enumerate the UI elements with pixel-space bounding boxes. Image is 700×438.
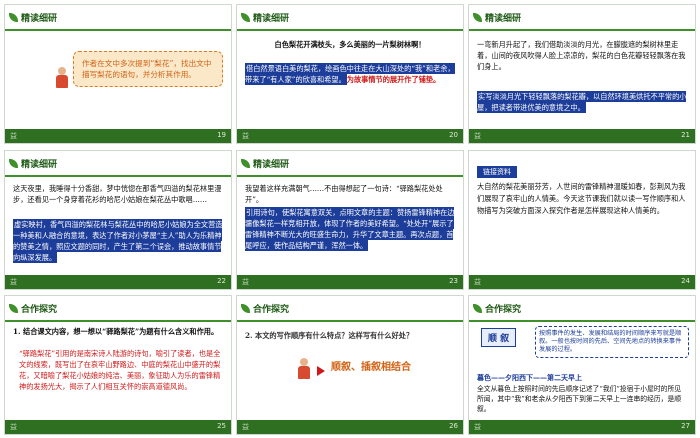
- slide-heading: 合作探究: [253, 305, 290, 315]
- analysis-highlight: 虚实映衬，香气四溢的梨花林与梨花丛中的哈尼小姑娘为全文营造一种美和人融合的意境，…: [13, 219, 223, 263]
- slide-header: 合作探究: [469, 296, 695, 322]
- teacher-icon: [297, 358, 311, 380]
- quote-line: 白色梨花开满枝头，多么美丽的一片梨树林啊！: [274, 40, 426, 49]
- answer: 顺叙、插叙相结合: [331, 362, 411, 373]
- slide-23[interactable]: 精读细研 我望着这样充满朝气……不由得想起了一句诗：“驿路梨花处处开”。 引用诗…: [236, 150, 464, 290]
- page-number: 25: [217, 422, 226, 430]
- page-number: 22: [217, 277, 226, 285]
- analysis-highlight: 引用诗句，使梨花寓意双关，点明文章的主题：赞扬雷锋精神在边疆像梨花一样竞相开放，…: [245, 207, 455, 251]
- slide-24[interactable]: 链接资料 大自然的梨花美丽芬芳，人世间的雷锋精神温暖如春，彭荆风为我们展现了哀牢…: [468, 150, 696, 290]
- slide-footer: 益 25: [5, 420, 231, 434]
- slide-22[interactable]: 精读细研 这天夜里，我睡得十分香甜，梦中恍惚在那香气四溢的梨花林里漫步，还看见一…: [4, 150, 232, 290]
- analysis: 虚实映衬，香气四溢的梨花林与梨花丛中的哈尼小姑娘为全文营造一种美和人融合的意境，…: [13, 219, 223, 263]
- teacher-icon: [55, 67, 69, 89]
- slide-header: 精读细研: [5, 151, 231, 177]
- slide-heading: 精读细研: [485, 14, 522, 24]
- slide-header: 精读细研: [237, 151, 463, 177]
- footer-mark: 益: [10, 278, 17, 286]
- analysis: 引用诗句，使梨花寓意双关，点明文章的主题：赞扬雷锋精神在边疆像梨花一样竞相开放，…: [245, 207, 455, 251]
- slide-25[interactable]: 合作探究 1. 结合课文内容，想一想以“驿路梨花”为题有什么含义和作用。 “驿路…: [4, 295, 232, 435]
- analysis: 借白然景语白美的梨花，绘画色中往走在大山深处的“我”和老余，带来了“有人家”的欣…: [245, 63, 455, 85]
- slide-grid: 精读细研 作者在文中多次提到“梨花”，找出文中描写梨花的语句，并分析其作用。 益…: [0, 0, 700, 438]
- page-number: 20: [449, 131, 458, 139]
- slide-header: 精读细研: [5, 5, 231, 31]
- slide-27[interactable]: 合作探究 顺 叙 按照事件的发生、发展和结局的时间顺序来写就是顺叙。一般也按时间…: [468, 295, 696, 435]
- footer-mark: 益: [242, 423, 249, 431]
- answer: “驿路梨花”引用的是南宋诗人陆游的诗句，喻引了读者，也是全文的线索，既写出了在哀…: [19, 349, 221, 391]
- question: 1. 结合课文内容，想一想以“驿路梨花”为题有什么含义和作用。: [13, 327, 219, 336]
- leaf-icon: [473, 304, 482, 313]
- passage: 这天夜里，我睡得十分香甜，梦中恍惚在那香气四溢的梨花林里漫步，还看见一个身穿着花…: [13, 184, 222, 204]
- slide-header: 合作探究: [237, 296, 463, 322]
- slide-heading: 精读细研: [253, 14, 290, 24]
- footer-mark: 益: [10, 132, 17, 140]
- page-number: 24: [681, 277, 690, 285]
- footer-mark: 益: [10, 423, 17, 431]
- slide-heading: 合作探究: [485, 305, 522, 315]
- leaf-icon: [9, 304, 18, 313]
- slide-footer: 益 21: [469, 129, 695, 143]
- page-number: 27: [681, 422, 690, 430]
- slide-26[interactable]: 合作探究 2. 本文的写作顺序有什么特点？这样写有什么好处？ 顺叙、插叙相结合 …: [236, 295, 464, 435]
- footer-mark: 益: [474, 132, 481, 140]
- slide-heading: 精读细研: [21, 160, 58, 170]
- leaf-icon: [241, 304, 250, 313]
- slide-heading: 合作探究: [21, 305, 58, 315]
- passage: 大自然的梨花美丽芬芳，人世间的雷锋精神温暖如春，彭荆风为我们展现了哀牢山的人情美…: [477, 182, 686, 215]
- footer-mark: 益: [242, 132, 249, 140]
- slide-header: 精读细研: [237, 5, 463, 31]
- leaf-icon: [241, 13, 250, 22]
- passage: 我望着这样充满朝气……不由得想起了一句诗：“驿路梨花处处开”。: [245, 184, 443, 204]
- page-number: 23: [449, 277, 458, 285]
- slide-header: 精读细研: [469, 5, 695, 31]
- slide-20[interactable]: 精读细研 白色梨花开满枝头，多么美丽的一片梨树林啊！ 借白然景语白美的梨花，绘画…: [236, 4, 464, 144]
- question-box: 作者在文中多次提到“梨花”，找出文中描写梨花的语句，并分析其作用。: [73, 51, 223, 87]
- passage: 一弯新月升起了，我们借助淡淡的月光，在朦胧遮的梨树林里走着，山间的夜风吹得人脸上…: [477, 40, 686, 71]
- page-number: 21: [681, 131, 690, 139]
- footer-mark: 益: [474, 278, 481, 286]
- arrow-icon: [317, 366, 325, 376]
- slide-19[interactable]: 精读细研 作者在文中多次提到“梨花”，找出文中描写梨花的语句，并分析其作用。 益…: [4, 4, 232, 144]
- leaf-icon: [9, 13, 18, 22]
- slide-21[interactable]: 精读细研 一弯新月升起了，我们借助淡淡的月光，在朦胧遮的梨树林里走着，山间的夜风…: [468, 4, 696, 144]
- leaf-icon: [473, 13, 482, 22]
- analysis: 实写淡淡月光下轻轻飘落的梨花瓣，以自然环境美烘托不平常的小屋，把读者带进优美的意…: [477, 91, 687, 113]
- slide-footer: 益 26: [237, 420, 463, 434]
- slide-footer: 益 22: [5, 275, 231, 289]
- sequence-line: 暮色——夕阳西下——第二天早上: [477, 373, 582, 382]
- page-number: 19: [217, 131, 226, 139]
- footer-mark: 益: [242, 278, 249, 286]
- analysis-highlight: 实写淡淡月光下轻轻飘落的梨花瓣，以自然环境美烘托不平常的小屋，把读者带进优美的意…: [477, 91, 687, 113]
- term-badge: 顺 叙: [481, 328, 517, 347]
- slide-footer: 益 23: [237, 275, 463, 289]
- slide-footer: 益 19: [5, 129, 231, 143]
- page-number: 26: [449, 422, 458, 430]
- slide-heading: 精读细研: [253, 160, 290, 170]
- slide-footer: 益 20: [237, 129, 463, 143]
- leaf-icon: [241, 159, 250, 168]
- footer-mark: 益: [474, 423, 481, 431]
- analysis-red: 为故事情节的展开作了铺垫。: [346, 75, 441, 84]
- question: 2. 本文的写作顺序有什么特点？这样写有什么好处？: [245, 331, 414, 340]
- slide-footer: 益 24: [469, 275, 695, 289]
- passage: 全文从暮色上按照时间的先后顺序记述了“我们”投宿于小屋时的所见所闻，其中“我”和…: [477, 385, 682, 413]
- definition-box: 按照事件的发生、发展和结局的时间顺序来写就是顺叙。一般也按时间的先后、空间先地点…: [535, 326, 689, 358]
- slide-heading: 精读细研: [21, 14, 58, 24]
- link-badge: 链接资料: [477, 159, 517, 178]
- leaf-icon: [9, 159, 18, 168]
- slide-footer: 益 27: [469, 420, 695, 434]
- slide-header: 合作探究: [5, 296, 231, 322]
